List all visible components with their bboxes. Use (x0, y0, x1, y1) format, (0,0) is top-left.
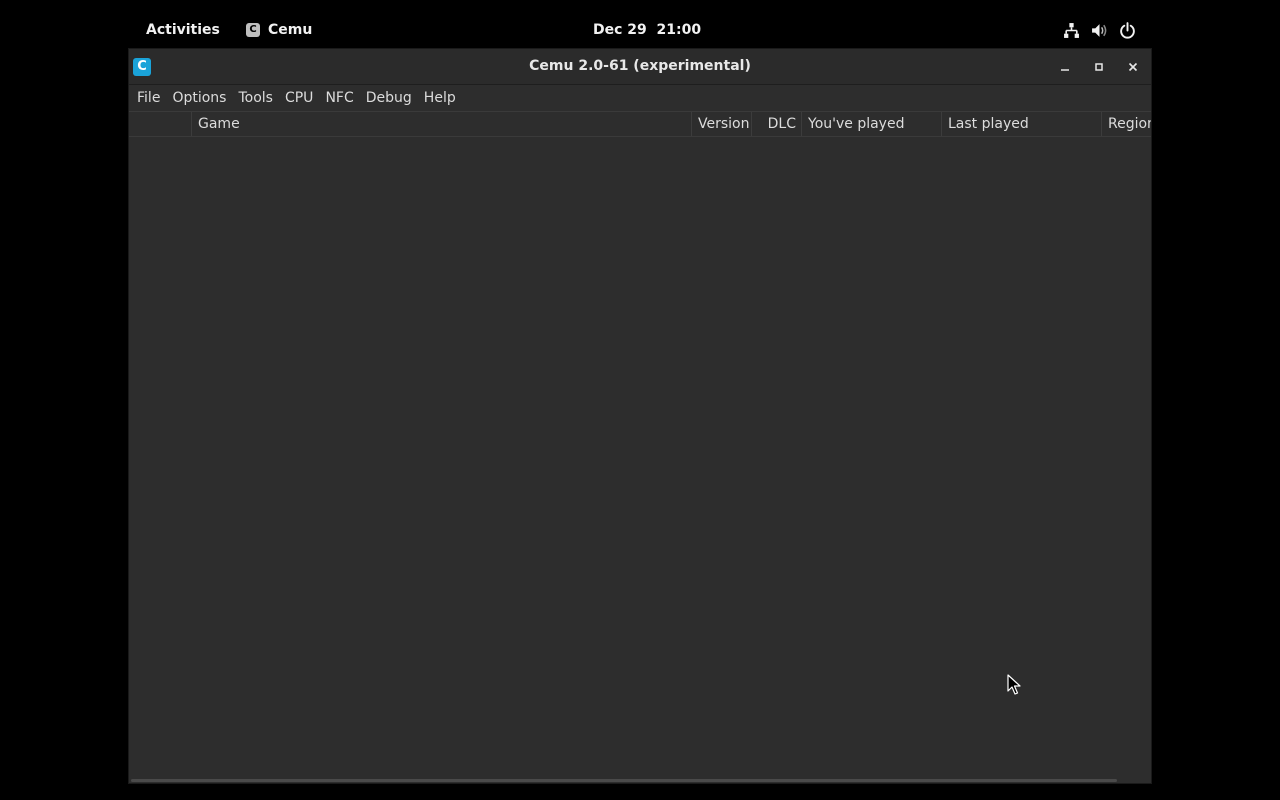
window-titlebar[interactable]: C Cemu 2.0-61 (experimental) (129, 49, 1151, 85)
menu-tools[interactable]: Tools (232, 85, 279, 111)
system-tray[interactable] (1063, 22, 1136, 39)
close-icon (1128, 62, 1138, 72)
menu-bar: File Options Tools CPU NFC Debug Help (129, 85, 1151, 111)
minimize-icon (1061, 69, 1069, 71)
menu-help[interactable]: Help (418, 85, 462, 111)
network-icon[interactable] (1063, 22, 1080, 39)
column-header-icon[interactable] (129, 112, 192, 136)
cemu-window: C Cemu 2.0-61 (experimental) File Option… (128, 48, 1152, 784)
horizontal-scrollbar[interactable] (131, 779, 1117, 782)
column-header-game[interactable]: Game (192, 112, 692, 136)
column-header-version[interactable]: Version (692, 112, 752, 136)
window-controls (1055, 57, 1143, 77)
app-menu-button[interactable]: C Cemu (246, 22, 312, 38)
maximize-icon (1095, 63, 1103, 71)
maximize-button[interactable] (1089, 57, 1109, 77)
volume-icon[interactable] (1091, 22, 1108, 39)
close-button[interactable] (1123, 57, 1143, 77)
mouse-cursor-icon (1007, 674, 1021, 695)
activities-button[interactable]: Activities (146, 22, 220, 38)
menu-debug[interactable]: Debug (360, 85, 418, 111)
menu-nfc[interactable]: NFC (319, 85, 359, 111)
window-title: Cemu 2.0-61 (experimental) (529, 58, 751, 74)
column-header-last-played[interactable]: Last played (942, 112, 1102, 136)
menu-options[interactable]: Options (166, 85, 232, 111)
app-menu-label: Cemu (268, 22, 313, 38)
clock-button[interactable]: Dec 29 21:00 (593, 22, 701, 38)
column-header-region[interactable]: Region (1102, 112, 1151, 136)
menu-cpu[interactable]: CPU (279, 85, 319, 111)
game-list[interactable] (129, 138, 1151, 783)
power-icon[interactable] (1119, 22, 1136, 39)
column-header-youve-played[interactable]: You've played (802, 112, 942, 136)
column-header-dlc[interactable]: DLC (752, 112, 802, 136)
minimize-button[interactable] (1055, 57, 1075, 77)
game-list-header: Game Version DLC You've played Last play… (129, 111, 1151, 137)
menu-file[interactable]: File (131, 85, 166, 111)
cemu-app-icon: C (246, 23, 260, 37)
